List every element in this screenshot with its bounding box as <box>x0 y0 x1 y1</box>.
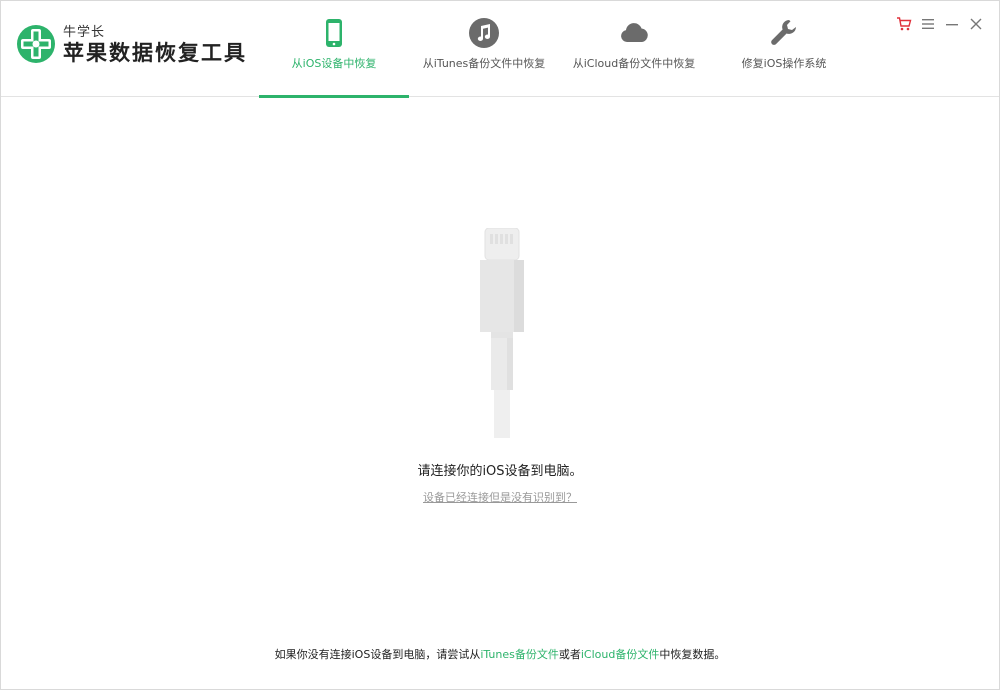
close-button[interactable] <box>967 15 985 33</box>
tab-itunes-backup[interactable]: 从iTunes备份文件中恢复 <box>409 1 559 97</box>
minimize-icon <box>946 24 958 26</box>
device-not-detected-link-wrapper: 设备已经连接但是没有识别到？ <box>1 489 999 505</box>
cloud-icon <box>621 23 648 42</box>
footer-suffix: 中恢复数据。 <box>659 648 726 661</box>
tab-icloud-backup[interactable]: 从iCloud备份文件中恢复 <box>559 1 709 97</box>
window-controls <box>895 15 985 33</box>
app-logo-icon <box>17 25 55 63</box>
wrench-icon <box>771 20 796 45</box>
cart-icon <box>897 17 912 31</box>
close-icon <box>970 18 982 30</box>
main-tabs: 从iOS设备中恢复 从iTunes备份文件中恢复 从iCloud备份文件中恢复 <box>259 1 859 98</box>
footer-prefix: 如果你没有连接iOS设备到电脑，请尝试从 <box>274 648 481 661</box>
music-note-icon <box>469 18 499 48</box>
menu-button[interactable] <box>919 15 937 33</box>
app-window: 牛学长 苹果数据恢复工具 从iOS设备中恢复 从iTunes备份文件中恢复 从i… <box>0 0 1000 690</box>
tab-label: 从iTunes备份文件中恢复 <box>422 57 546 70</box>
phone-icon <box>326 19 342 47</box>
cart-button[interactable] <box>895 15 913 33</box>
tab-label: 修复iOS操作系统 <box>741 57 827 70</box>
app-title: 苹果数据恢复工具 <box>63 40 247 65</box>
device-not-detected-link[interactable]: 设备已经连接但是没有识别到？ <box>423 491 577 504</box>
tab-label: 从iCloud备份文件中恢复 <box>572 57 696 70</box>
connect-device-message: 请连接你的iOS设备到电脑。 <box>417 464 583 479</box>
icloud-backup-link[interactable]: iCloud备份文件 <box>581 648 659 661</box>
tab-label: 从iOS设备中恢复 <box>291 57 377 70</box>
tab-ios-device[interactable]: 从iOS设备中恢复 <box>259 1 409 98</box>
itunes-backup-link[interactable]: iTunes备份文件 <box>480 648 559 661</box>
minimize-button[interactable] <box>943 15 961 33</box>
main-content: 请连接你的iOS设备到电脑。 设备已经连接但是没有识别到？ 如果你没有连接iOS… <box>1 98 999 689</box>
header: 牛学长 苹果数据恢复工具 从iOS设备中恢复 从iTunes备份文件中恢复 从i… <box>1 1 999 98</box>
lightning-cable-icon <box>480 228 524 438</box>
tab-repair-ios[interactable]: 修复iOS操作系统 <box>709 1 859 97</box>
menu-icon <box>922 19 934 29</box>
footer-middle: 或者 <box>558 648 581 661</box>
footer-hint: 如果你没有连接iOS设备到电脑，请尝试从iTunes备份文件或者iCloud备份… <box>1 646 999 662</box>
